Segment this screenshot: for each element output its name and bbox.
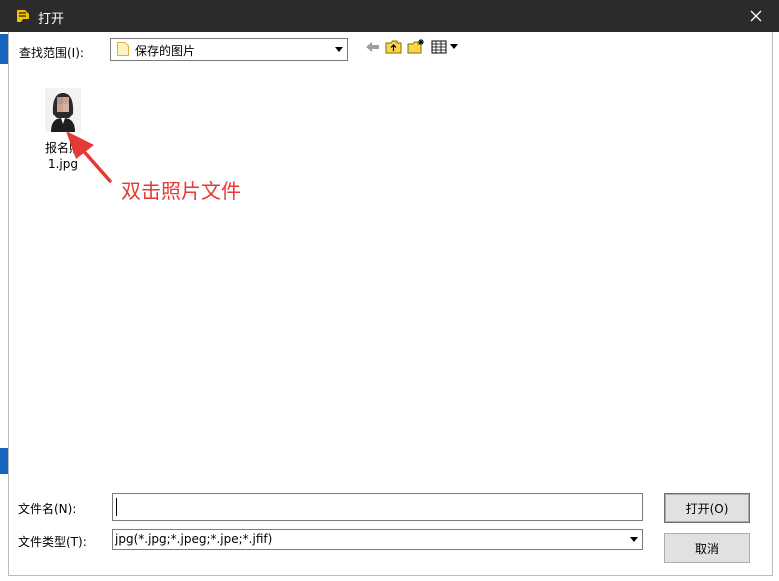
filetype-value: jpg(*.jpg;*.jpeg;*.jpe;*.jfif) [115, 532, 273, 546]
background-window-accent [0, 34, 8, 64]
filetype-label: 文件类型(T): [18, 535, 87, 549]
filetype-dropdown-button[interactable] [626, 531, 641, 548]
look-in-value: 保存的图片 [135, 44, 196, 58]
up-folder-icon[interactable] [385, 39, 403, 55]
open-button-label: 打开(O) [685, 501, 729, 516]
file-list[interactable]: 报名照 1.jpg [17, 66, 771, 484]
app-icon [17, 10, 29, 22]
window-title: 打开 [38, 12, 65, 27]
chevron-down-icon [334, 47, 343, 52]
filename-label: 文件名(N): [18, 502, 77, 516]
look-in-dropdown-button[interactable] [331, 40, 346, 59]
close-icon [750, 10, 762, 22]
cancel-button[interactable]: 取消 [664, 533, 750, 563]
filetype-combo[interactable]: jpg(*.jpg;*.jpeg;*.jpe;*.jfif) [112, 529, 643, 550]
back-arrow-icon[interactable] [364, 39, 382, 55]
new-folder-icon[interactable] [407, 39, 425, 55]
annotation-arrow [66, 131, 112, 183]
chevron-down-icon [629, 537, 638, 542]
text-caret [116, 498, 117, 516]
background-window-accent [0, 448, 8, 474]
look-in-label: 查找范围(I): [19, 46, 84, 60]
cancel-button-label: 取消 [694, 541, 719, 556]
view-menu-icon[interactable] [431, 39, 461, 55]
folder-icon [117, 42, 129, 56]
close-button[interactable] [733, 0, 779, 32]
open-button[interactable]: 打开(O) [664, 493, 750, 523]
filename-input[interactable] [112, 493, 643, 521]
title-bar: 打开 [0, 0, 779, 32]
look-in-combo[interactable]: 保存的图片 [110, 38, 348, 61]
annotation-text: 双击照片文件 [121, 179, 241, 203]
